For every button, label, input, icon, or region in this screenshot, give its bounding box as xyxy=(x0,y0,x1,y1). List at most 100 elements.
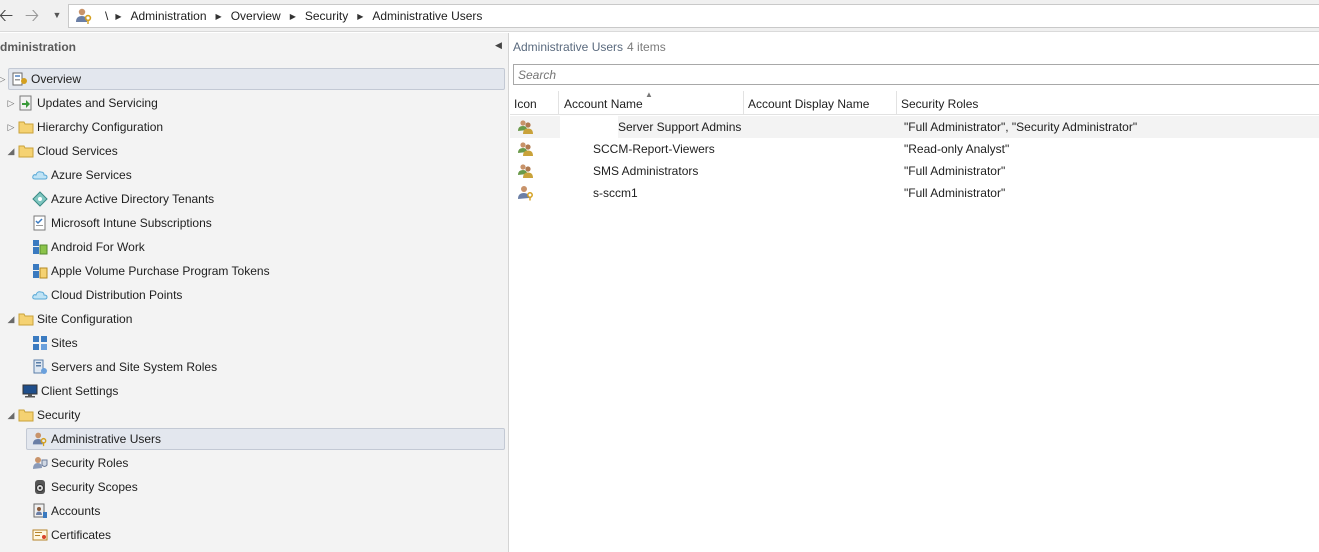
arrow-right-icon: 🡢 xyxy=(24,5,40,25)
cloud-icon xyxy=(32,287,48,303)
tree-item-label: Certificates xyxy=(51,528,112,542)
expander-icon[interactable]: ▷ xyxy=(6,122,16,133)
tree-item-azure-services[interactable]: Azure Services xyxy=(32,164,132,186)
tree-item-label: Cloud Services xyxy=(37,144,118,158)
updates-icon xyxy=(18,95,34,111)
arrow-left-icon: 🡠 xyxy=(0,5,14,25)
back-button[interactable]: 🡠 xyxy=(0,5,16,25)
content-title-text: Administrative Users xyxy=(513,40,624,54)
tree-item-label: Android For Work xyxy=(51,240,145,254)
tree-item-security-scopes[interactable]: Security Scopes xyxy=(32,476,138,498)
navigation-pane-title: dministration xyxy=(0,40,77,54)
tree-item-security[interactable]: ◢ Security xyxy=(8,404,81,426)
column-header-security-roles[interactable]: Security Roles xyxy=(897,91,1319,115)
tree-item-android-for-work[interactable]: Android For Work xyxy=(32,236,145,258)
tree-item-label: Security Roles xyxy=(51,456,129,470)
breadcrumb-separator-icon[interactable]: ▶ xyxy=(216,12,222,21)
server-icon xyxy=(32,359,48,375)
breadcrumb-separator-icon[interactable]: ▶ xyxy=(290,12,296,21)
overview-icon xyxy=(12,71,28,87)
tree-item-apple-vpp-tokens[interactable]: Apple Volume Purchase Program Tokens xyxy=(32,260,270,282)
column-header-account-name[interactable]: Account Name xyxy=(560,91,744,115)
tree-item-label: Cloud Distribution Points xyxy=(51,288,183,302)
expanded-icon[interactable]: ◢ xyxy=(6,410,16,421)
breadcrumb-overview[interactable]: Overview xyxy=(231,9,281,23)
tree-item-label: Azure Services xyxy=(51,168,132,182)
tree-item-label: Apple Volume Purchase Program Tokens xyxy=(51,264,270,278)
admin-user-icon xyxy=(32,431,48,447)
tree-item-client-settings[interactable]: Client Settings xyxy=(22,380,118,402)
scope-icon xyxy=(32,479,48,495)
tree-item-servers-and-site-system-roles[interactable]: Servers and Site System Roles xyxy=(32,356,217,378)
tree-item-sites[interactable]: Sites xyxy=(32,332,78,354)
cell-account-name: s-sccm1 xyxy=(593,186,638,200)
cell-security-roles: "Full Administrator", "Security Administ… xyxy=(904,120,1138,134)
breadcrumb[interactable]: \ ▶ Administration ▶ Overview ▶ Security… xyxy=(68,4,1319,28)
content-title: Administrative Users 4 items xyxy=(513,40,666,54)
tree-item-label: Client Settings xyxy=(41,384,119,398)
breadcrumb-security[interactable]: Security xyxy=(305,9,348,23)
tree-item-site-configuration[interactable]: ◢ Site Configuration xyxy=(8,308,133,330)
folder-icon xyxy=(18,143,34,159)
table-row[interactable]: Server Support Admins "Full Administrato… xyxy=(510,116,1319,138)
folder-icon xyxy=(18,311,34,327)
breadcrumb-administrative-users[interactable]: Administrative Users xyxy=(372,9,482,23)
tree-item-label: Overview xyxy=(31,72,82,86)
tree-item-label: Security xyxy=(37,408,81,422)
tree-item-cloud-services[interactable]: ◢ Cloud Services xyxy=(8,140,118,162)
security-roles-icon xyxy=(32,455,48,471)
chevron-left-icon: ◀ xyxy=(495,40,502,50)
breadcrumb-separator-icon[interactable]: ▶ xyxy=(357,12,363,21)
tree-item-azure-active-directory-tenants[interactable]: Azure Active Directory Tenants xyxy=(32,188,214,210)
accounts-icon xyxy=(32,503,48,519)
navigation-pane: dministration ◀ ▷ Overview ▷ Updates and… xyxy=(0,33,509,552)
table-row[interactable]: s-sccm1 "Full Administrator" xyxy=(510,182,1319,204)
expander-icon[interactable]: ▷ xyxy=(6,98,16,109)
table-row[interactable]: SMS Administrators "Full Administrator" xyxy=(510,160,1319,182)
cell-security-roles: "Full Administrator" xyxy=(904,186,1006,200)
tree-item-label: Administrative Users xyxy=(51,432,162,446)
expanded-icon[interactable]: ◢ xyxy=(6,314,16,325)
user-icon xyxy=(517,185,535,201)
group-icon xyxy=(517,163,535,179)
cell-account-name: SMS Administrators xyxy=(593,164,699,178)
tree-item-hierarchy-configuration[interactable]: ▷ Hierarchy Configuration xyxy=(8,116,164,138)
tree-item-security-roles[interactable]: Security Roles xyxy=(32,452,128,474)
cell-security-roles: "Full Administrator" xyxy=(904,164,1006,178)
tenant-icon xyxy=(32,191,48,207)
tree-item-updates-and-servicing[interactable]: ▷ Updates and Servicing xyxy=(8,92,158,114)
breadcrumb-separator-icon[interactable]: ▶ xyxy=(115,12,121,21)
cell-account-name: Server Support Admins xyxy=(618,120,742,134)
token-icon xyxy=(32,263,48,279)
group-icon xyxy=(517,141,535,157)
item-count: 4 items xyxy=(627,40,666,54)
tree-item-label: Hierarchy Configuration xyxy=(37,120,164,134)
expander-icon[interactable]: ▷ xyxy=(0,74,7,85)
chevron-down-icon: ▼ xyxy=(52,9,62,20)
breadcrumb-root[interactable]: \ xyxy=(105,9,108,23)
sites-icon xyxy=(32,335,48,351)
history-dropdown-button[interactable]: ▼ xyxy=(47,5,67,25)
breadcrumb-administration[interactable]: Administration xyxy=(131,9,207,23)
monitor-icon xyxy=(22,383,38,399)
content-pane: Administrative Users4 items ▲ Icon Accou… xyxy=(510,33,1319,552)
tree-item-accounts[interactable]: Accounts xyxy=(32,500,100,522)
search-input[interactable] xyxy=(513,64,1319,85)
tree-item-microsoft-intune-subscriptions[interactable]: Microsoft Intune Subscriptions xyxy=(32,212,212,234)
grid-header: Icon Account Name Account Display Name S… xyxy=(510,91,1319,115)
table-row[interactable]: SCCM-Report-Viewers "Read-only Analyst" xyxy=(510,138,1319,160)
column-header-icon[interactable]: Icon xyxy=(510,91,559,115)
tree-item-administrative-users[interactable]: Administrative Users xyxy=(26,428,505,450)
collapse-pane-button[interactable]: ◀ xyxy=(495,40,502,51)
expanded-icon[interactable]: ◢ xyxy=(6,146,16,157)
tree-item-certificates[interactable]: Certificates xyxy=(32,524,111,546)
tree-item-label: Azure Active Directory Tenants xyxy=(51,192,215,206)
tree-item-overview[interactable]: ▷ Overview xyxy=(0,68,505,90)
column-header-account-display-name[interactable]: Account Display Name xyxy=(744,91,897,115)
tree-item-cloud-distribution-points[interactable]: Cloud Distribution Points xyxy=(32,284,182,306)
certificate-icon xyxy=(32,527,48,543)
folder-icon xyxy=(18,119,34,135)
group-icon xyxy=(517,119,535,135)
document-icon xyxy=(32,215,48,231)
forward-button[interactable]: 🡢 xyxy=(22,5,42,25)
